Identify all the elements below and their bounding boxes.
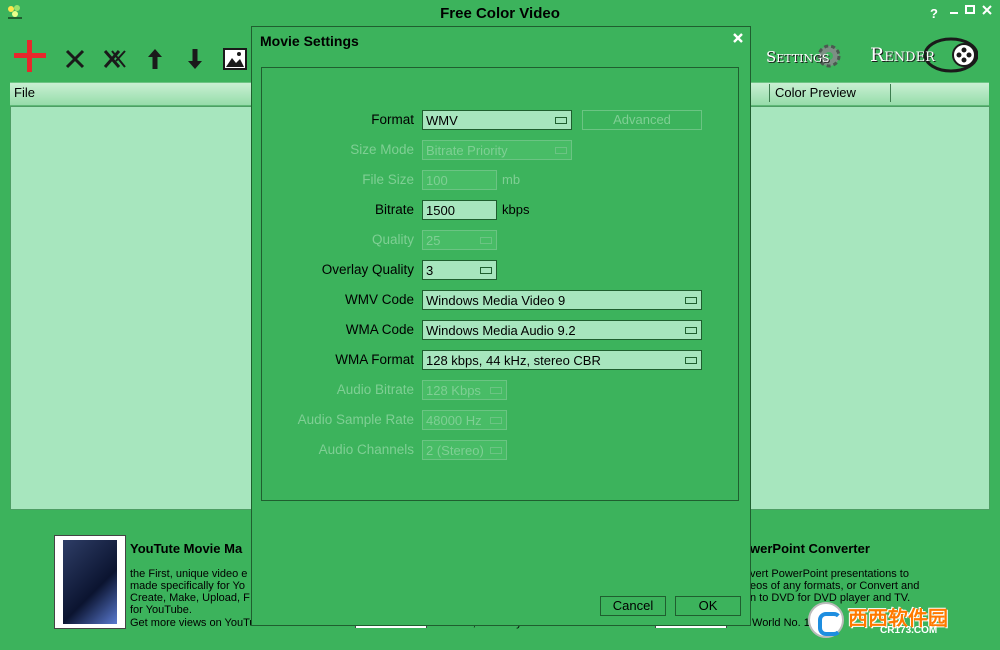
promo-box-image[interactable] [54, 535, 126, 629]
file-size-unit: mb [502, 172, 521, 187]
dropdown-arrow-icon [480, 267, 492, 274]
dropdown-arrow-icon [685, 297, 697, 304]
settings-panel: Format WMV Size Mode Bitrate Priority File S… [261, 67, 739, 501]
file-size-value: 100 [426, 173, 448, 188]
remove-button[interactable] [61, 44, 89, 74]
minimize-button[interactable] [946, 2, 962, 19]
wma-code-select[interactable]: Windows Media Audio 9.2 [422, 320, 702, 340]
move-down-button[interactable] [181, 44, 209, 74]
audio-channels-value: 2 (Stereo) [426, 443, 484, 458]
bitrate-unit: kbps [502, 202, 530, 217]
quality-value: 25 [426, 233, 441, 248]
render-label: Render [870, 44, 935, 66]
wmv-code-select[interactable]: Windows Media Video 9 [422, 290, 702, 310]
watermark: 西西软件园 CR173.COM [808, 600, 980, 640]
size-mode-value: Bitrate Priority [426, 143, 508, 158]
image-button[interactable] [221, 44, 249, 74]
audio-bitrate-value: 128 Kbps [426, 383, 481, 398]
image-icon [223, 48, 247, 70]
audio-channels-label: Audio Channels [318, 442, 414, 457]
dropdown-arrow-icon [685, 357, 697, 364]
format-label: Format [371, 112, 414, 127]
arrow-up-icon [148, 49, 162, 69]
remove-all-button[interactable] [101, 44, 129, 74]
wmv-code-label: WMV Code [344, 292, 414, 307]
movie-settings-dialog: Movie Settings Format WMV Size Mode Bitrate… [251, 26, 751, 626]
audio-bitrate-select[interactable]: 128 Kbps [422, 380, 507, 400]
settings-label: Settings [766, 48, 830, 66]
dialog-title: Movie Settings [260, 33, 359, 49]
close-button[interactable] [979, 3, 995, 20]
wma-format-value: 128 kbps, 44 kHz, stereo CBR [426, 353, 601, 368]
promo-left-text-3: Create, Make, Upload, F [130, 592, 250, 604]
wma-format-select[interactable]: 128 kbps, 44 kHz, stereo CBR [422, 350, 702, 370]
promo-left-title[interactable]: YouTute Movie Ma [130, 541, 242, 556]
x-icon [65, 49, 85, 69]
ok-button[interactable]: OK [675, 596, 741, 616]
format-value: WMV [426, 113, 458, 128]
file-size-label: File Size [362, 172, 414, 187]
promo-right-text-1: vert PowerPoint presentations to [750, 568, 909, 580]
dropdown-arrow-icon [490, 417, 502, 424]
double-x-icon [103, 50, 126, 68]
dropdown-arrow-icon [490, 447, 502, 454]
watermark-logo-icon [808, 602, 844, 638]
help-button[interactable]: ? [926, 6, 942, 21]
audio-sample-rate-select[interactable]: 48000 Hz [422, 410, 507, 430]
render-button[interactable]: Render [868, 36, 980, 74]
dropdown-arrow-icon [685, 327, 697, 334]
overlay-quality-value: 3 [426, 263, 434, 278]
promo-left-text-4: for YouTube. [130, 604, 192, 616]
file-column-header[interactable]: File [14, 85, 35, 100]
settings-button[interactable]: Settings [764, 42, 852, 70]
bitrate-value: 1500 [426, 203, 455, 218]
quality-label: Quality [371, 232, 414, 247]
advanced-button[interactable]: Advanced [582, 110, 702, 130]
size-mode-select[interactable]: Bitrate Priority [422, 140, 572, 160]
dropdown-arrow-icon [555, 147, 567, 154]
dropdown-arrow-icon [480, 237, 492, 244]
overlay-quality-label: Overlay Quality [321, 262, 414, 277]
color-preview-column-header[interactable]: Color Preview [775, 85, 856, 100]
promo-right-text-2: eos of any formats, or Convert and [750, 580, 920, 592]
maximize-button[interactable] [962, 3, 978, 20]
promo-left-text-1: the First, unique video e [130, 568, 248, 580]
bitrate-label: Bitrate [374, 202, 414, 217]
dropdown-arrow-icon [555, 117, 567, 124]
wma-code-value: Windows Media Audio 9.2 [426, 323, 576, 338]
header-divider [890, 84, 891, 102]
watermark-url: CR173.COM [880, 625, 938, 636]
format-select[interactable]: WMV [422, 110, 572, 130]
dialog-close-icon[interactable] [731, 31, 745, 45]
plus-icon [14, 40, 46, 72]
header-divider [769, 84, 770, 102]
file-size-input[interactable]: 100 [422, 170, 497, 190]
move-up-button[interactable] [141, 44, 169, 74]
promo-left-text-2: made specifically for Yo [130, 580, 245, 592]
size-mode-label: Size Mode [350, 142, 414, 157]
dropdown-arrow-icon [490, 387, 502, 394]
audio-channels-select[interactable]: 2 (Stereo) [422, 440, 507, 460]
audio-sample-rate-value: 48000 Hz [426, 413, 482, 428]
wma-code-label: WMA Code [345, 322, 414, 337]
arrow-down-icon [188, 49, 202, 69]
app-title: Free Color Video [440, 5, 560, 22]
audio-sample-rate-label: Audio Sample Rate [297, 412, 414, 427]
bitrate-input[interactable]: 1500 [422, 200, 497, 220]
wma-format-label: WMA Format [335, 352, 414, 367]
add-button[interactable] [12, 38, 48, 74]
overlay-quality-select[interactable]: 3 [422, 260, 497, 280]
promo-right-title[interactable]: werPoint Converter [750, 541, 870, 556]
audio-bitrate-label: Audio Bitrate [336, 382, 414, 397]
wmv-code-value: Windows Media Video 9 [426, 293, 566, 308]
quality-select[interactable]: 25 [422, 230, 497, 250]
cancel-button[interactable]: Cancel [600, 596, 666, 616]
